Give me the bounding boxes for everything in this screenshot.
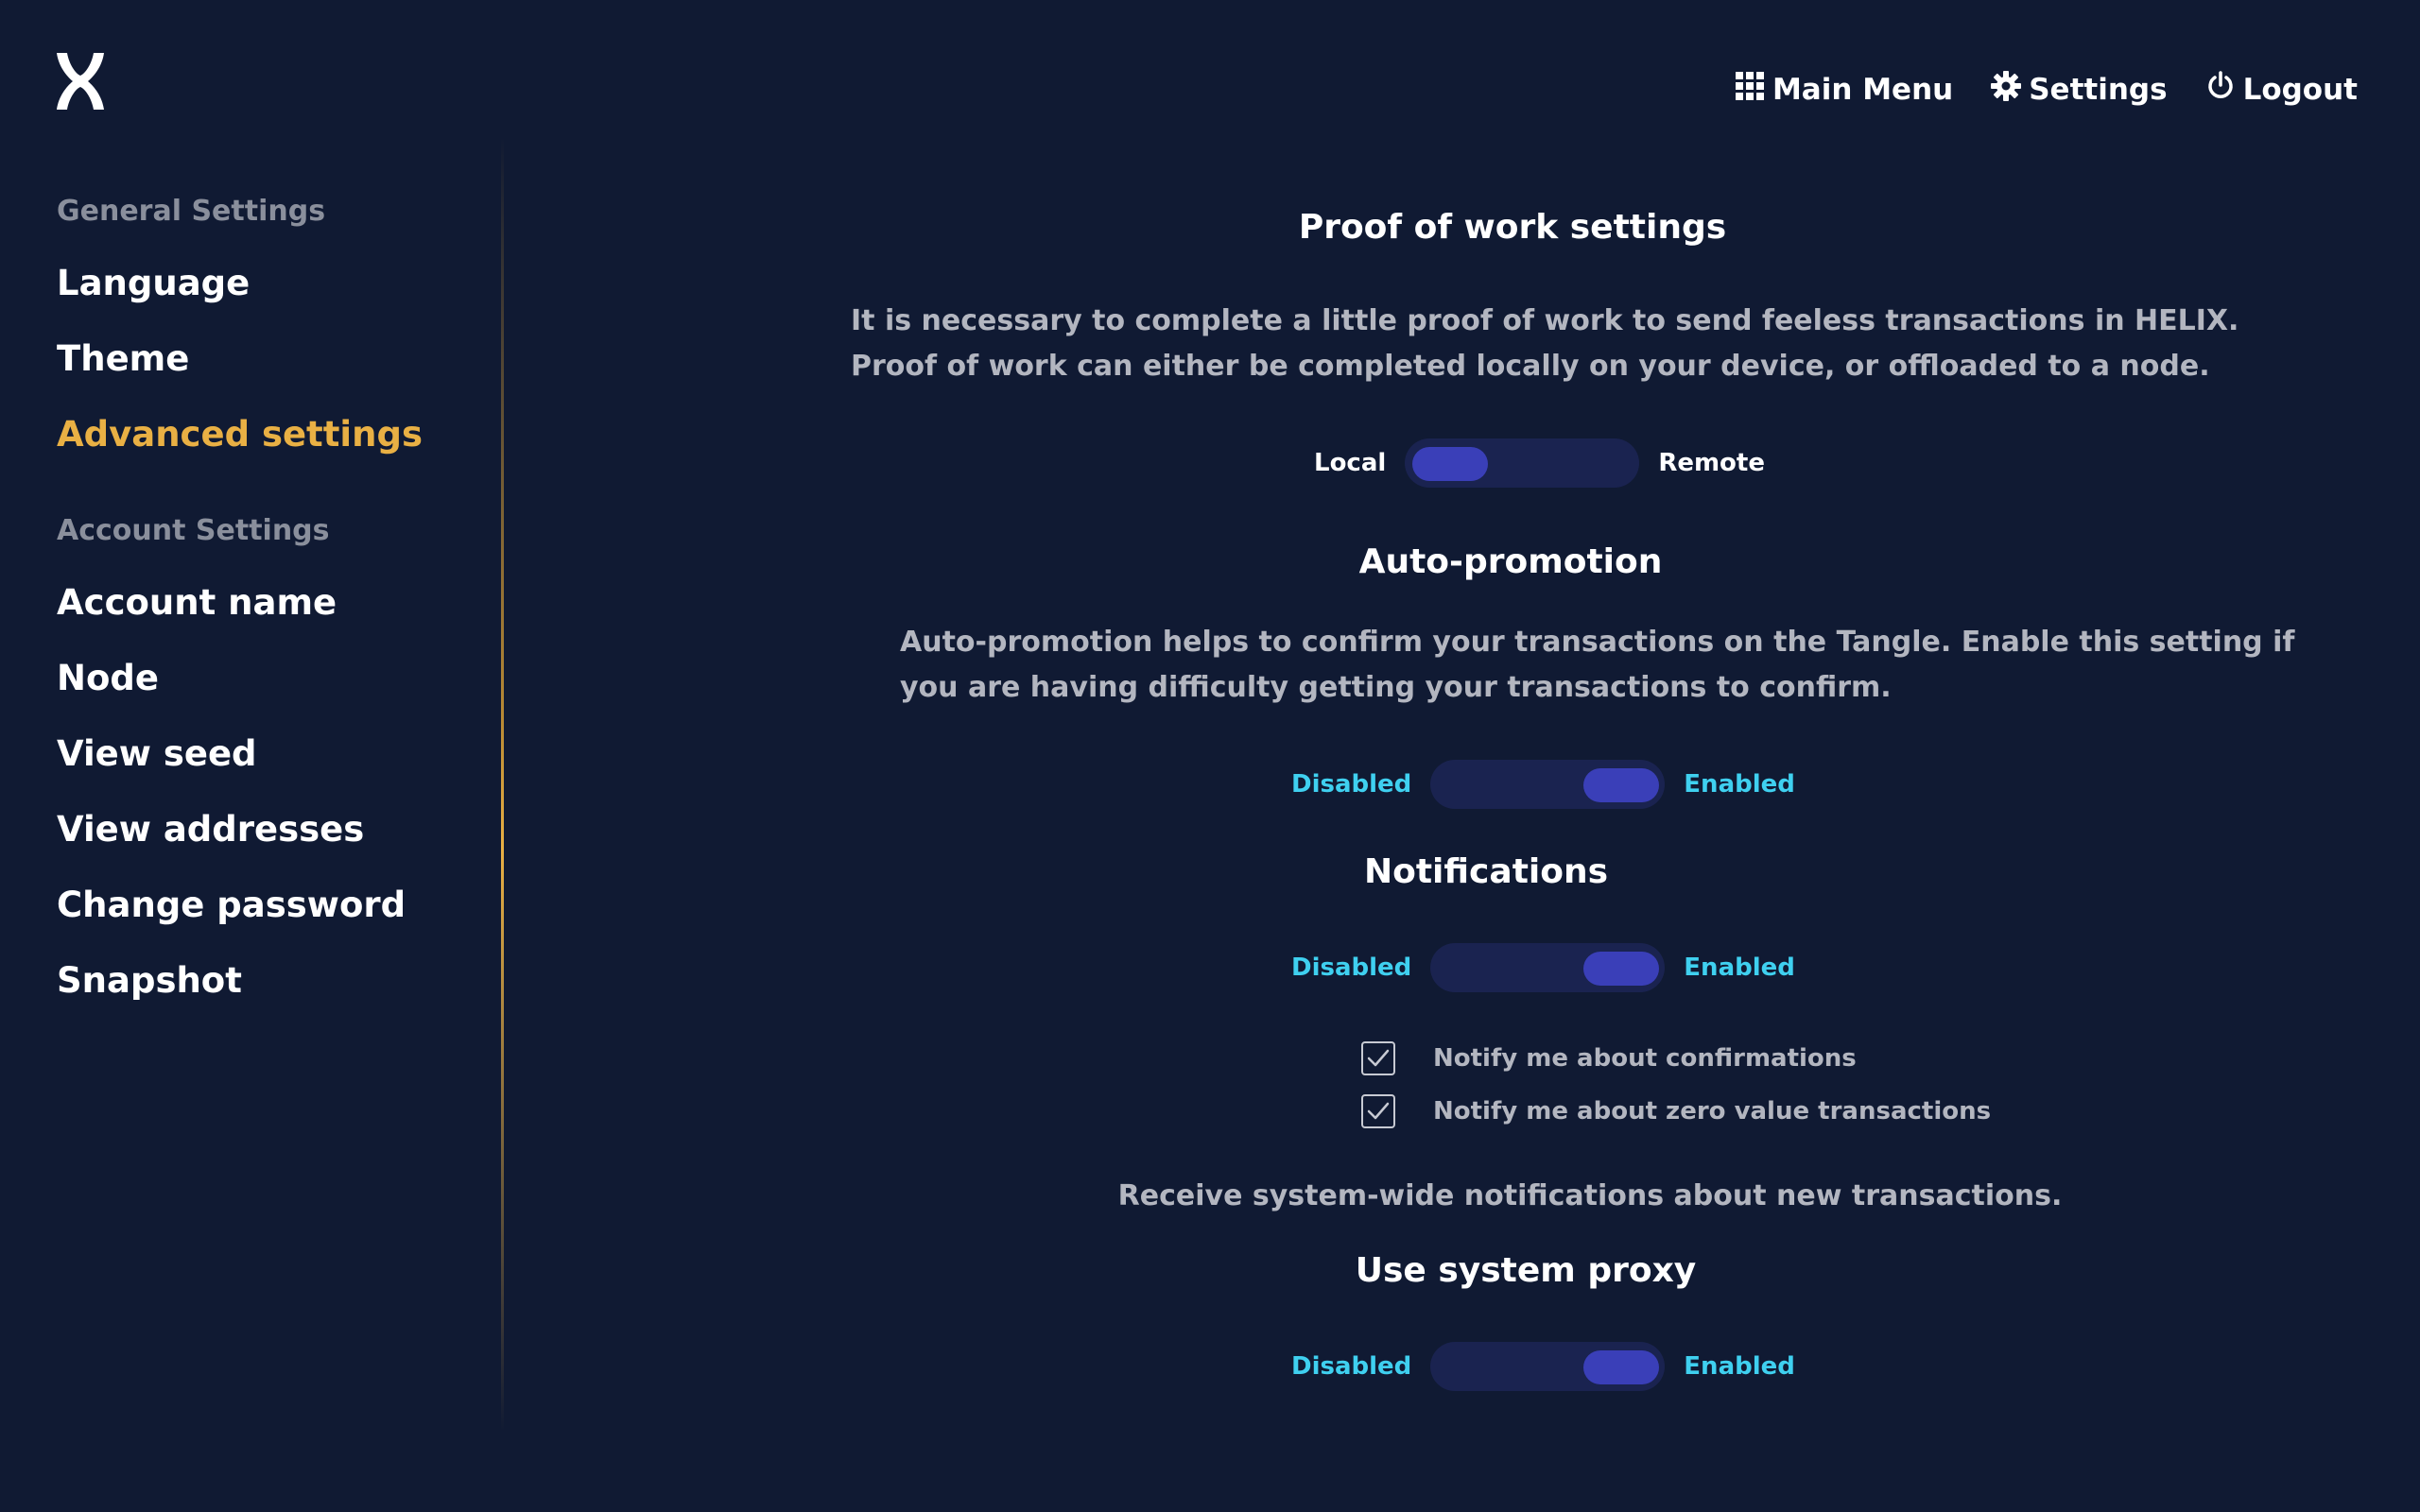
sidebar-item-view-addresses[interactable]: View addresses: [57, 792, 473, 868]
notifications-note: Receive system-wide notifications about …: [1117, 1179, 2063, 1212]
notifications-toggle[interactable]: [1430, 943, 1666, 992]
pow-local-label: Local: [1314, 449, 1387, 477]
notifications-enabled-label: Enabled: [1684, 954, 1795, 982]
autopromotion-toggle-knob: [1583, 768, 1660, 802]
settings-sidebar: General Settings Language Theme Advanced…: [57, 189, 473, 1019]
proxy-toggle-knob: [1583, 1350, 1660, 1384]
sidebar-item-theme[interactable]: Theme: [57, 321, 473, 397]
account-settings-heading: Account Settings: [57, 514, 330, 547]
sidebar-item-language[interactable]: Language: [57, 246, 473, 321]
notify-zero-value-checkbox[interactable]: [1361, 1094, 1395, 1128]
notifications-toggle-knob: [1583, 952, 1660, 986]
pow-toggle[interactable]: [1405, 438, 1640, 488]
top-navigation: Main Menu Settings Logout: [1697, 68, 2358, 112]
settings-label: Settings: [2029, 73, 2168, 107]
logout-link[interactable]: Logout: [2205, 71, 2358, 109]
notify-zero-value-option: Notify me about zero value transactions: [1361, 1091, 1991, 1132]
notifications-title: Notifications: [1363, 852, 1609, 891]
notify-zero-value-label: Notify me about zero value transactions: [1433, 1097, 1992, 1125]
pow-toggle-row: Local Remote: [1314, 437, 1765, 490]
pow-remote-label: Remote: [1658, 449, 1765, 477]
notify-confirmations-checkbox[interactable]: [1361, 1041, 1395, 1075]
sidebar-item-change-password[interactable]: Change password: [57, 868, 473, 943]
autopromotion-disabled-label: Disabled: [1291, 770, 1412, 799]
autopromotion-description: Auto-promotion helps to confirm your tra…: [900, 626, 2295, 704]
notifications-toggle-row: Disabled Enabled: [1291, 941, 1795, 994]
proxy-toggle-row: Disabled Enabled: [1291, 1340, 1795, 1393]
proxy-enabled-label: Enabled: [1684, 1352, 1795, 1381]
pow-title: Proof of work settings: [1298, 208, 1727, 247]
sidebar-divider: [501, 137, 504, 1432]
logout-label: Logout: [2242, 73, 2358, 107]
checkmark-icon: [1367, 1049, 1390, 1067]
autopromotion-toggle[interactable]: [1430, 760, 1666, 809]
proxy-title: Use system proxy: [1355, 1251, 1697, 1290]
notifications-disabled-label: Disabled: [1291, 954, 1412, 982]
pow-toggle-knob: [1412, 447, 1489, 481]
sidebar-item-advanced-settings[interactable]: Advanced settings: [57, 397, 473, 472]
helix-logo-icon: [55, 53, 106, 110]
sidebar-item-node[interactable]: Node: [57, 641, 473, 716]
settings-link[interactable]: Settings: [1991, 71, 2168, 109]
notify-confirmations-label: Notify me about confirmations: [1433, 1044, 1857, 1073]
main-menu-label: Main Menu: [1772, 73, 1954, 107]
autopromotion-enabled-label: Enabled: [1684, 770, 1795, 799]
pow-description: It is necessary to complete a little pro…: [851, 304, 2239, 383]
sidebar-item-view-seed[interactable]: View seed: [57, 716, 473, 792]
proxy-toggle[interactable]: [1430, 1342, 1666, 1391]
autopromotion-toggle-row: Disabled Enabled: [1291, 758, 1795, 811]
power-icon: [2205, 71, 2243, 109]
general-settings-heading: General Settings: [57, 195, 326, 228]
sidebar-item-account-name[interactable]: Account name: [57, 565, 473, 641]
gear-icon: [1991, 71, 2029, 109]
proxy-disabled-label: Disabled: [1291, 1352, 1412, 1381]
autopromotion-title: Auto-promotion: [1358, 542, 1663, 581]
sidebar-item-snapshot[interactable]: Snapshot: [57, 943, 473, 1019]
checkmark-icon: [1367, 1102, 1390, 1120]
grid-icon: [1735, 71, 1772, 109]
main-menu-link[interactable]: Main Menu: [1735, 71, 1953, 109]
notify-confirmations-option: Notify me about confirmations: [1361, 1038, 1857, 1079]
